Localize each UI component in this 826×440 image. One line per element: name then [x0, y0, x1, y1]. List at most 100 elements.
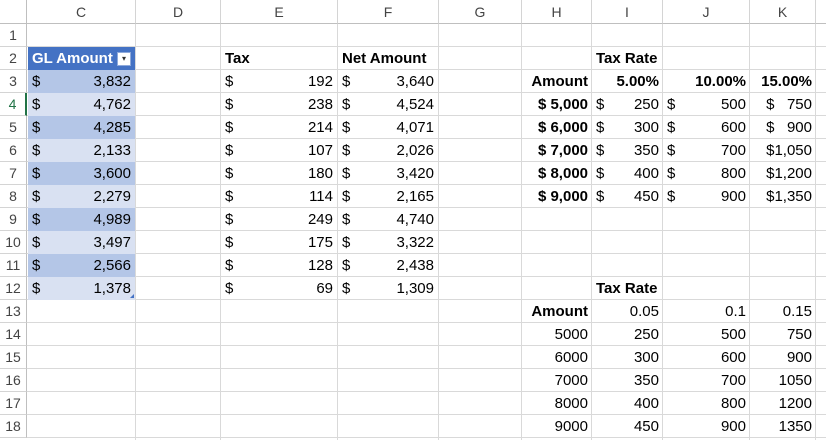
row-header-4[interactable]: 4 — [0, 93, 27, 116]
rate-header-j-2[interactable]: 0.1 — [663, 300, 750, 323]
tax-cell[interactable]: $175 — [221, 231, 337, 254]
tax-cell[interactable]: $69 — [221, 277, 337, 300]
amount-row-label[interactable]: $ 5,000 — [522, 93, 592, 116]
amount-row-label[interactable]: $ 9,000 — [522, 185, 592, 208]
row-header-2[interactable]: 2 — [0, 47, 27, 70]
tax-cell[interactable]: $249 — [221, 208, 337, 231]
amount-row-label-2[interactable]: 9000 — [522, 415, 592, 438]
rate-header-i-2[interactable]: 0.05 — [592, 300, 663, 323]
row-header-8[interactable]: 8 — [0, 185, 27, 208]
gl-amount-cell[interactable]: $3,600 — [28, 162, 135, 185]
rate-cell-2[interactable]: 1200 — [750, 392, 816, 415]
row-header-13[interactable]: 13 — [0, 300, 27, 323]
net-amount-cell[interactable]: $1,309 — [338, 277, 438, 300]
net-amount-cell[interactable]: $2,026 — [338, 139, 438, 162]
rate-cell-2[interactable]: 350 — [592, 369, 663, 392]
gl-amount-cell[interactable]: $4,989 — [28, 208, 135, 231]
tax-cell[interactable]: $214 — [221, 116, 337, 139]
tax-rate-title-2[interactable]: Tax Rate — [592, 277, 682, 300]
rate-cell-2[interactable]: 1050 — [750, 369, 816, 392]
column-header-c[interactable]: C — [27, 0, 136, 24]
tax-header[interactable]: Tax — [221, 47, 337, 70]
amount-row-label[interactable]: $ 6,000 — [522, 116, 592, 139]
row-header-17[interactable]: 17 — [0, 392, 27, 415]
row-header-6[interactable]: 6 — [0, 139, 27, 162]
rate-header-i[interactable]: 5.00% — [592, 70, 663, 93]
tax-cell[interactable]: $107 — [221, 139, 337, 162]
amount-row-label[interactable]: $ 8,000 — [522, 162, 592, 185]
net-amount-cell[interactable]: $4,740 — [338, 208, 438, 231]
rate-cell-2[interactable]: 900 — [750, 346, 816, 369]
tax-cell[interactable]: $180 — [221, 162, 337, 185]
net-amount-cell[interactable]: $4,071 — [338, 116, 438, 139]
column-header-k[interactable]: K — [750, 0, 816, 24]
rate-cell[interactable]: $ 750 — [750, 93, 816, 116]
rate-cell-2[interactable]: 1350 — [750, 415, 816, 438]
net-amount-cell[interactable]: $3,322 — [338, 231, 438, 254]
rate-cell-2[interactable]: 700 — [663, 369, 750, 392]
rate-cell-2[interactable]: 300 — [592, 346, 663, 369]
net-amount-cell[interactable]: $2,438 — [338, 254, 438, 277]
rate-cell[interactable]: $1,050 — [750, 139, 816, 162]
column-header-g[interactable]: G — [439, 0, 522, 24]
select-all-corner[interactable] — [0, 0, 27, 24]
row-header-5[interactable]: 5 — [0, 116, 27, 139]
tax-cell[interactable]: $192 — [221, 70, 337, 93]
row-header-1[interactable]: 1 — [0, 24, 27, 47]
rate-cell[interactable]: $600 — [663, 116, 750, 139]
row-header-12[interactable]: 12 — [0, 277, 27, 300]
gl-amount-cell[interactable]: $3,497 — [28, 231, 135, 254]
row-header-10[interactable]: 10 — [0, 231, 27, 254]
rate-cell[interactable]: $800 — [663, 162, 750, 185]
rate-cell[interactable]: $350 — [592, 139, 663, 162]
row-header-11[interactable]: 11 — [0, 254, 27, 277]
net-amount-cell[interactable]: $3,640 — [338, 70, 438, 93]
gl-amount-cell[interactable]: $2,133 — [28, 139, 135, 162]
row-header-7[interactable]: 7 — [0, 162, 27, 185]
column-header-j[interactable]: J — [663, 0, 750, 24]
column-header-f[interactable]: F — [338, 0, 439, 24]
net-amount-cell[interactable]: $3,420 — [338, 162, 438, 185]
column-header-l[interactable] — [816, 0, 826, 24]
rate-cell-2[interactable]: 400 — [592, 392, 663, 415]
column-header-e[interactable]: E — [221, 0, 338, 24]
gl-amount-cell[interactable]: $2,279 — [28, 185, 135, 208]
amount-row-label-2[interactable]: 8000 — [522, 392, 592, 415]
gl-amount-cell[interactable]: $4,285 — [28, 116, 135, 139]
gl-amount-cell[interactable]: $2,566 — [28, 254, 135, 277]
tax-rate-title[interactable]: Tax Rate — [592, 47, 682, 70]
table-resize-handle[interactable] — [130, 294, 134, 298]
amount-row-label-2[interactable]: 7000 — [522, 369, 592, 392]
rate-cell-2[interactable]: 750 — [750, 323, 816, 346]
rate-header-k[interactable]: 15.00% — [750, 70, 816, 93]
rate-cell-2[interactable]: 250 — [592, 323, 663, 346]
tax-cell[interactable]: $114 — [221, 185, 337, 208]
filter-dropdown-icon[interactable]: ▾ — [117, 51, 131, 66]
tax-cell[interactable]: $238 — [221, 93, 337, 116]
rate-cell[interactable]: $900 — [663, 185, 750, 208]
spreadsheet-grid[interactable]: C D E F G H I J K 1 2 3 4 5 6 7 8 9 10 1… — [0, 0, 826, 440]
row-header-16[interactable]: 16 — [0, 369, 27, 392]
gl-amount-header-cell[interactable]: GL Amount ▾ — [28, 47, 135, 70]
rate-cell-2[interactable]: 500 — [663, 323, 750, 346]
column-header-d[interactable]: D — [136, 0, 221, 24]
rate-header-j[interactable]: 10.00% — [663, 70, 750, 93]
gl-amount-cell[interactable]: $4,762 — [28, 93, 135, 116]
net-amount-cell[interactable]: $4,524 — [338, 93, 438, 116]
column-header-i[interactable]: I — [592, 0, 663, 24]
gl-amount-cell[interactable]: $3,832 — [28, 70, 135, 93]
amount-label-2[interactable]: Amount — [522, 300, 592, 323]
gl-amount-cell[interactable]: $1,378 — [28, 277, 135, 300]
rate-cell-2[interactable]: 450 — [592, 415, 663, 438]
amount-row-label[interactable]: $ 7,000 — [522, 139, 592, 162]
rate-cell[interactable]: $300 — [592, 116, 663, 139]
rate-cell[interactable]: $450 — [592, 185, 663, 208]
amount-row-label-2[interactable]: 5000 — [522, 323, 592, 346]
row-header-14[interactable]: 14 — [0, 323, 27, 346]
amount-label[interactable]: Amount — [522, 70, 592, 93]
rate-cell[interactable]: $1,350 — [750, 185, 816, 208]
row-header-3[interactable]: 3 — [0, 70, 27, 93]
rate-cell-2[interactable]: 600 — [663, 346, 750, 369]
row-header-9[interactable]: 9 — [0, 208, 27, 231]
rate-cell[interactable]: $1,200 — [750, 162, 816, 185]
